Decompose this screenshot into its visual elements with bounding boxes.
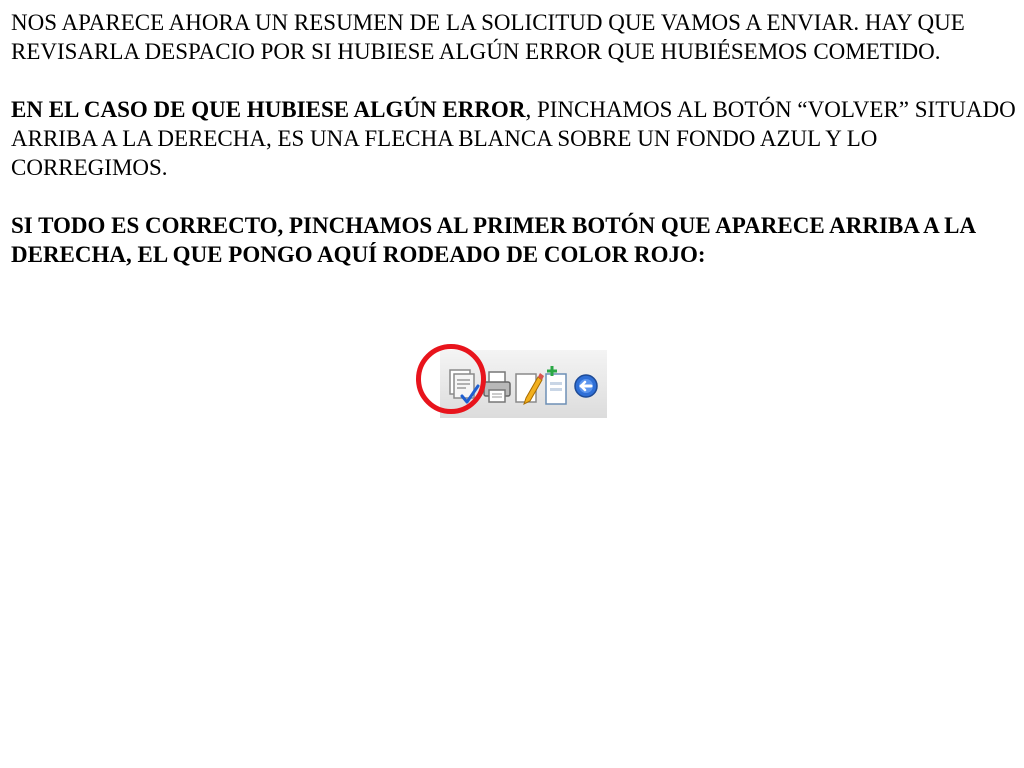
error-paragraph: EN EL CASO DE QUE HUBIESE ALGÚN ERROR, P… (11, 95, 1016, 182)
new-document-icon[interactable] (540, 362, 574, 408)
highlight-circle (416, 344, 486, 414)
back-arrow-icon[interactable] (570, 362, 604, 408)
intro-paragraph: NOS APARECE AHORA UN RESUMEN DE LA SOLIC… (11, 10, 965, 64)
error-paragraph-lead: EN EL CASO DE QUE HUBIESE ALGÚN ERROR (11, 97, 526, 122)
instructions-text: NOS APARECE AHORA UN RESUMEN DE LA SOLIC… (11, 8, 1016, 298)
confirm-paragraph: SI TODO ES CORRECTO, PINCHAMOS AL PRIMER… (11, 213, 975, 267)
